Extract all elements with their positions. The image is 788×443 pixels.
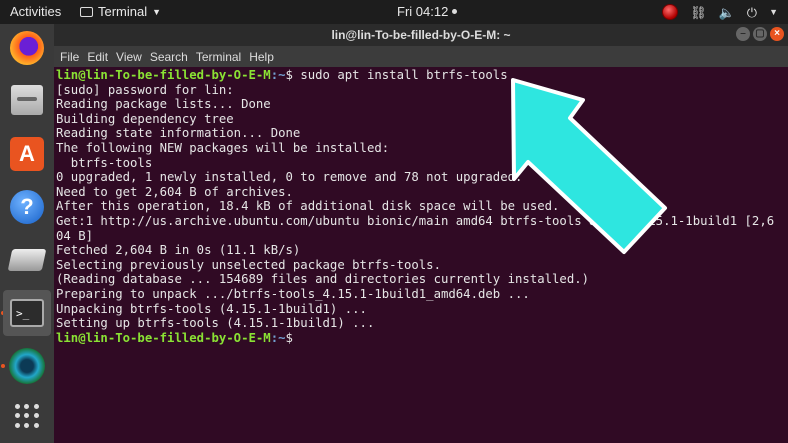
annotation-arrow-icon xyxy=(511,78,667,254)
